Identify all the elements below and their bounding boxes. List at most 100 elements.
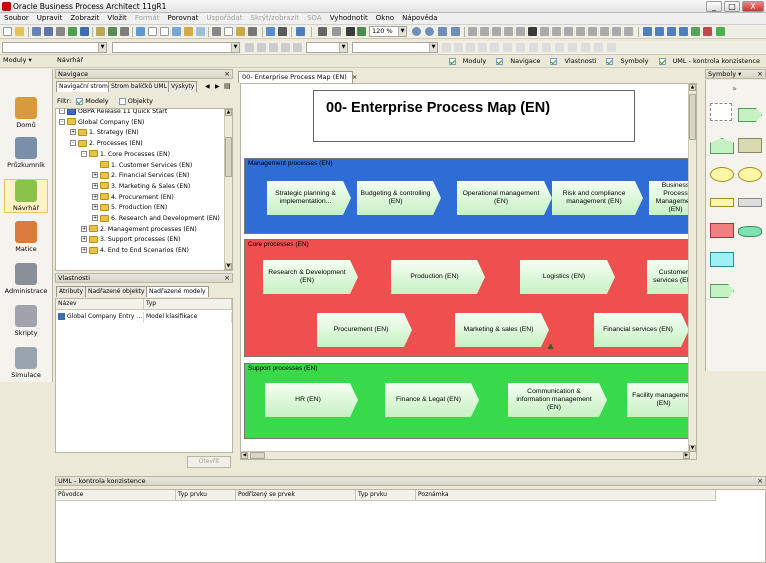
expand-icon[interactable]: » — [732, 84, 737, 93]
zoom-select[interactable]: 120 % ▼ — [369, 26, 407, 37]
align-center-icon[interactable] — [257, 43, 266, 52]
model-canvas[interactable]: 00- Enterprise Process Map (EN) Manageme… — [240, 83, 697, 460]
link-icon[interactable] — [96, 27, 105, 36]
arrow-style-icon[interactable] — [555, 43, 564, 52]
tree-node[interactable]: - 1. Core Processes (EN) — [81, 150, 170, 160]
column-header-type[interactable]: Typ — [144, 299, 232, 310]
menu-9[interactable]: Vyhodnotit — [326, 13, 372, 22]
tab-parent-objects[interactable]: Nadřazené objekty — [85, 286, 148, 297]
align-icon[interactable] — [492, 27, 501, 36]
expand-icon[interactable]: + — [81, 247, 87, 254]
value-chain-symbol-icon[interactable] — [710, 138, 734, 154]
process-shape[interactable]: Financial services (EN) — [594, 313, 689, 347]
process-shape[interactable]: Communication & information management (… — [508, 383, 607, 417]
refresh-icon[interactable] — [68, 27, 77, 36]
font-size-select[interactable]: ▼ — [112, 42, 240, 53]
valign-icon[interactable] — [293, 43, 302, 52]
menu-0[interactable]: Soubor — [0, 13, 33, 22]
system-symbol-icon[interactable] — [738, 226, 762, 237]
paste2-icon[interactable] — [236, 27, 245, 36]
tab-list-icon[interactable]: ▤ — [224, 82, 231, 90]
tree-node[interactable]: +5. Production (EN) — [92, 203, 167, 213]
process-shape[interactable]: Production (EN) — [391, 260, 485, 294]
transparency-icon[interactable] — [581, 43, 590, 52]
expand-icon[interactable]: + — [92, 172, 98, 179]
snap-icon[interactable] — [480, 27, 489, 36]
expand-icon[interactable]: + — [81, 236, 87, 243]
tab-scroll-right-icon[interactable]: ▶ — [215, 83, 220, 90]
validate-icon[interactable] — [643, 27, 652, 36]
distribute-icon[interactable] — [504, 27, 513, 36]
tree-node[interactable]: +6. Research and Development (EN) — [92, 214, 220, 224]
lock-icon[interactable] — [120, 27, 129, 36]
pointer-icon[interactable] — [346, 27, 355, 36]
band-2[interactable]: Support processes (EN) HR (EN) Finance & L… — [244, 363, 697, 439]
process-shape[interactable]: Procurement (EN) — [317, 313, 412, 347]
filter-objects-checkbox[interactable]: Objekty — [118, 97, 153, 105]
tree-node[interactable]: +4. End to End Scenarios (EN) — [81, 246, 189, 256]
column-header-name[interactable]: Název — [56, 299, 144, 310]
new-icon[interactable] — [3, 27, 12, 36]
toggle-0-checkbox[interactable]: Moduly — [444, 57, 486, 65]
shadow-icon[interactable] — [568, 43, 577, 52]
font-color-icon[interactable] — [490, 43, 499, 52]
module-0[interactable]: Domů — [4, 97, 48, 129]
tab-scroll-left-icon[interactable]: ◀ — [205, 83, 210, 90]
check-icon[interactable] — [108, 27, 117, 36]
bold-icon[interactable] — [442, 43, 451, 52]
scroll-thumb[interactable] — [250, 452, 265, 459]
scroll-up-icon[interactable]: ▲ — [225, 109, 232, 116]
simulate-icon[interactable] — [655, 27, 664, 36]
tab-parent-models[interactable]: Nadřazené modely — [146, 286, 209, 297]
zoom-in-icon[interactable] — [412, 27, 421, 36]
attributes-icon[interactable] — [136, 27, 145, 36]
close-icon[interactable]: × — [224, 70, 230, 78]
tree-node[interactable]: +4. Procurement (EN) — [92, 193, 174, 203]
tree-vertical-scrollbar[interactable]: ▲ ▼ — [224, 109, 232, 270]
expand-icon[interactable]: + — [92, 182, 98, 189]
publish-icon[interactable] — [667, 27, 676, 36]
zoom-fit-icon[interactable] — [438, 27, 447, 36]
save-all-icon[interactable] — [44, 27, 53, 36]
text-icon[interactable] — [528, 27, 537, 36]
tree-node[interactable]: - Global Company (EN) — [59, 118, 144, 128]
modules-header[interactable]: Moduly ▾ — [1, 56, 54, 66]
grid-toggle-icon[interactable] — [468, 27, 477, 36]
cut-icon[interactable] — [212, 27, 221, 36]
frame-icon[interactable] — [624, 27, 633, 36]
shape-icon[interactable] — [540, 27, 549, 36]
align-right-icon[interactable] — [269, 43, 278, 52]
line-width-icon[interactable] — [542, 43, 551, 52]
object-icon[interactable] — [184, 27, 193, 36]
scroll-right-icon[interactable]: ▶ — [683, 452, 690, 459]
rotate-icon[interactable] — [594, 43, 603, 52]
toggle-2-checkbox[interactable]: Vlastnosti — [545, 57, 596, 65]
tab-attributes[interactable]: Atributy — [56, 286, 86, 297]
tab-occurrences[interactable]: Výskyty — [168, 81, 198, 92]
toggle-4-checkbox[interactable]: UML - kontrola konzistence — [654, 57, 760, 65]
process-symbol-icon[interactable] — [738, 108, 762, 122]
column-header-sub-element-type[interactable]: Typ prvku — [356, 490, 416, 501]
module-3[interactable]: Matice — [4, 221, 48, 253]
undo-icon[interactable] — [318, 27, 327, 36]
tab-uml-package-tree[interactable]: Strom balíčků UML — [108, 81, 170, 92]
style-select[interactable]: ▼ — [306, 42, 348, 53]
info-carrier-symbol-icon[interactable] — [738, 138, 762, 153]
menu-11[interactable]: Nápověda — [398, 13, 441, 22]
tree-node[interactable]: +1. Strategy (EN) — [70, 128, 139, 138]
scroll-thumb[interactable] — [689, 94, 696, 140]
paste-icon[interactable] — [160, 27, 169, 36]
toggle-3-checkbox[interactable]: Symboly — [601, 57, 649, 65]
process-shape[interactable]: Operational management (EN) — [457, 181, 552, 215]
expand-icon[interactable]: + — [92, 193, 98, 200]
scroll-thumb[interactable] — [225, 137, 232, 177]
band-1[interactable]: Core processes (EN) Research & Developmen… — [244, 239, 696, 357]
copy2-icon[interactable] — [224, 27, 233, 36]
data-symbol-icon[interactable] — [710, 252, 734, 267]
scroll-left-icon[interactable]: ◀ — [241, 452, 248, 459]
process-shape[interactable]: Facility management (EN) — [627, 383, 697, 417]
collapse-icon[interactable]: - — [81, 150, 87, 157]
process-shape[interactable]: Research & Development (EN) — [263, 260, 358, 294]
column-header-originator[interactable]: Původce — [56, 490, 176, 501]
ole-icon[interactable] — [612, 27, 621, 36]
